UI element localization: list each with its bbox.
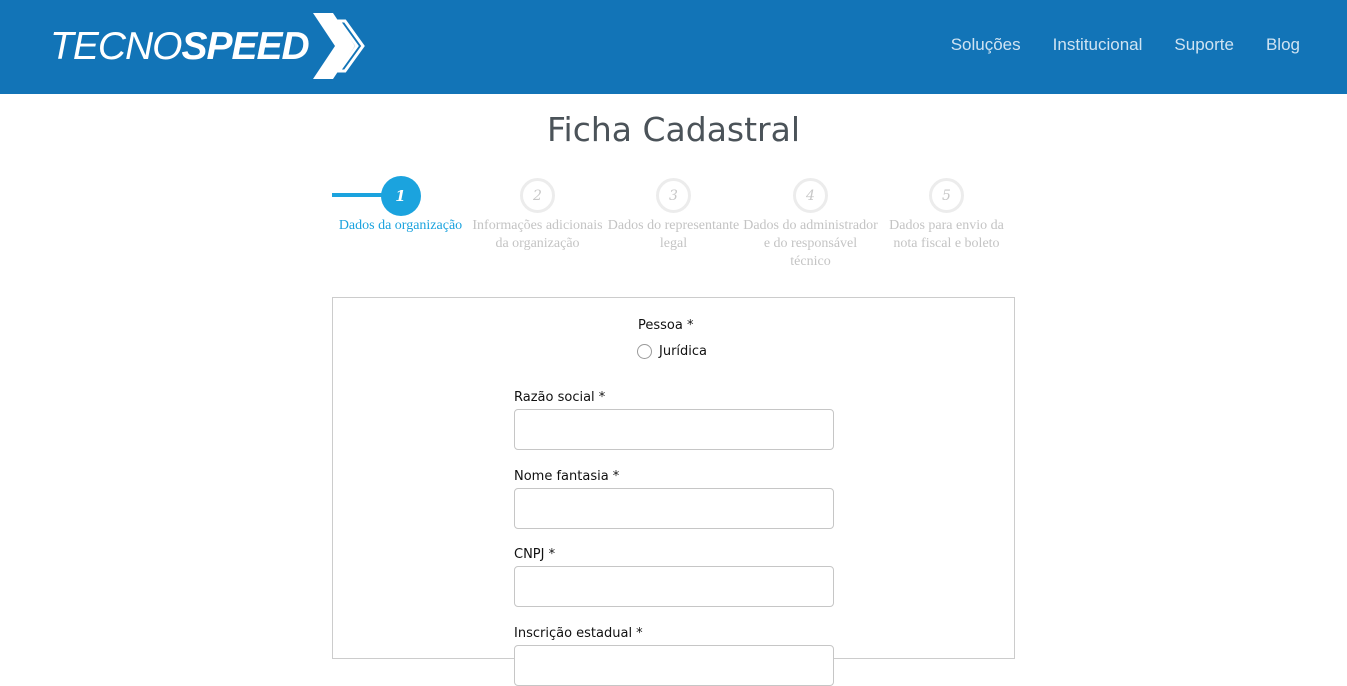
tecnospeed-logo[interactable]: TECNOSPEED — [50, 12, 367, 80]
organization-form: Pessoa * Jurídica Razão social * Nome fa… — [332, 297, 1015, 686]
step-number-circle: 5 — [929, 178, 964, 213]
step-label: Informações adicionais da organização — [472, 218, 603, 251]
step-5[interactable]: 5 Dados para envio da nota fiscal e bole… — [878, 176, 1015, 253]
step-number-circle: 2 — [520, 178, 555, 213]
nome-fantasia-input[interactable] — [514, 488, 834, 529]
pessoa-label: Pessoa * — [638, 318, 694, 333]
nome-fantasia-label: Nome fantasia * — [514, 469, 620, 484]
nome-fantasia-field: Nome fantasia * — [514, 469, 834, 529]
cnpj-label: CNPJ * — [514, 547, 556, 562]
step-2[interactable]: 2 Informações adicionais da organização — [469, 176, 606, 253]
main-nav: Soluções Institucional Suporte Blog — [919, 0, 1300, 90]
step-number-circle: 1 — [380, 176, 421, 216]
page-title: Ficha Cadastral — [546, 110, 801, 149]
chevron-logo-icon — [312, 13, 365, 79]
step-3[interactable]: 3 Dados do representante legal — [605, 176, 742, 253]
logo-wordmark-part2: SPEED — [181, 24, 310, 68]
nav-link-suporte[interactable]: Suporte — [1174, 35, 1234, 55]
nav-link-institucional[interactable]: Institucional — [1053, 35, 1143, 55]
pessoa-juridica-radio[interactable] — [637, 344, 652, 359]
cnpj-field: CNPJ * — [514, 547, 834, 607]
registration-stepper: 1 Dados da organização 2 Informações adi… — [332, 176, 1015, 276]
logo-wordmark-part1: TECNO — [50, 24, 182, 68]
nav-link-solucoes[interactable]: Soluções — [951, 35, 1021, 55]
razao-social-label: Razão social * — [514, 390, 606, 405]
step-number-circle: 4 — [793, 178, 828, 213]
pessoa-juridica-option[interactable]: Jurídica — [637, 344, 707, 359]
razao-social-input[interactable] — [514, 409, 834, 450]
step-label: Dados do administrador e do responsável … — [743, 218, 878, 269]
step-4[interactable]: 4 Dados do administrador e do responsáve… — [742, 176, 879, 271]
step-number-circle: 3 — [656, 178, 691, 213]
cnpj-input[interactable] — [514, 566, 834, 607]
inscricao-estadual-input[interactable] — [514, 645, 834, 686]
step-label: Dados do representante legal — [607, 218, 740, 251]
step-label: Dados para envio da nota fiscal e boleto — [889, 218, 1004, 251]
inscricao-estadual-field: Inscrição estadual * — [514, 626, 834, 686]
inscricao-estadual-label: Inscrição estadual * — [514, 626, 643, 641]
pessoa-juridica-label: Jurídica — [659, 344, 708, 359]
nav-link-blog[interactable]: Blog — [1266, 35, 1300, 55]
step-1[interactable]: 1 Dados da organização — [332, 176, 469, 235]
logo-wordmark: TECNOSPEED — [50, 24, 310, 68]
razao-social-field: Razão social * — [514, 390, 834, 450]
step-label: Dados da organização — [338, 218, 463, 233]
site-header: TECNOSPEED Soluções Institucional Suport… — [0, 0, 1347, 94]
